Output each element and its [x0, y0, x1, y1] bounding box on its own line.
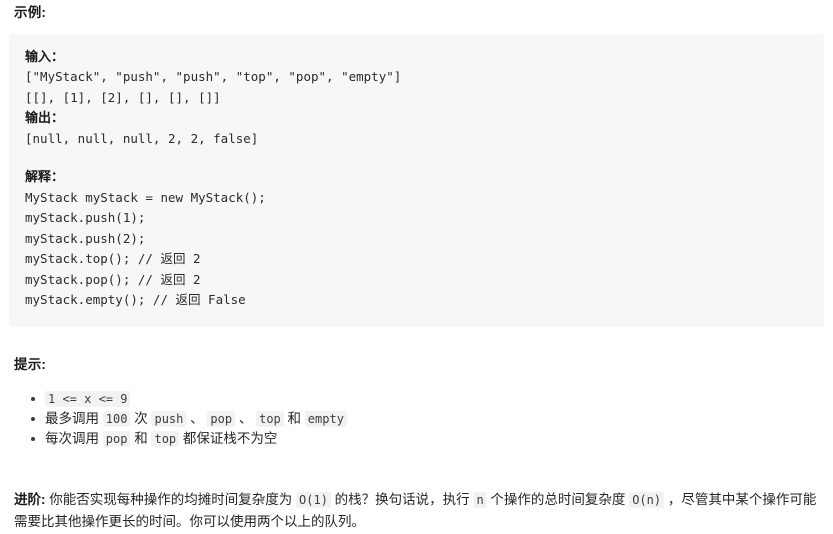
hint-list-item: 1 <= x <= 9: [31, 389, 824, 409]
text-run: 最多调用: [45, 410, 103, 426]
page-section-heading-hints: 提示:: [14, 357, 47, 372]
example-explanation-line: myStack.empty(); // 返回 False: [25, 292, 246, 308]
example-explanation-line: myStack.top(); // 返回 2: [25, 251, 201, 267]
inline-code: top: [151, 430, 180, 447]
text-run: 次: [130, 410, 152, 426]
hint-list-item: 每次调用 pop 和 top 都保证栈不为空: [31, 429, 824, 449]
inline-code: pop: [102, 430, 131, 447]
example-input-line-1: ["MyStack", "push", "push", "top", "pop"…: [25, 69, 402, 85]
example-explanation-line: MyStack myStack = new MyStack();: [25, 189, 266, 205]
hint-list-item: 最多调用 100 次 push 、 pop 、 top 和 empty: [31, 409, 824, 429]
text-run: 、: [186, 410, 208, 426]
example-explanation-line: myStack.pop(); // 返回 2: [25, 271, 201, 287]
inline-code: 100: [102, 410, 131, 427]
advanced-section: 进阶: 你能否实现每种操作的均摊时间复杂度为 O(1) 的栈？换句话说，执行 n…: [14, 489, 826, 533]
example-explanation-line: myStack.push(1);: [25, 210, 146, 226]
text-run: 都保证栈不为空: [179, 430, 278, 446]
text-run: 和: [283, 410, 305, 426]
inline-code: empty: [304, 410, 347, 427]
advanced-body-text: 你能否实现每种操作的均摊时间复杂度为 O(1) 的栈？换句话说，执行 n 个操作…: [14, 492, 816, 529]
example-input-line-2: [[], [1], [2], [], [], []]: [25, 89, 221, 105]
inline-code: O(1): [296, 492, 331, 508]
inline-code: pop: [207, 410, 236, 427]
example-output-label: 输出：: [25, 110, 65, 126]
inline-code: push: [151, 410, 187, 427]
example-explanation-lines: MyStack myStack = new MyStack(); myStack.…: [25, 188, 808, 311]
text-run: 个操作的总时间复杂度: [486, 492, 630, 507]
example-explanation-label: 解释：: [25, 169, 65, 185]
example-output-line: [null, null, null, 2, 2, false]: [25, 130, 259, 146]
inline-code: O(n): [629, 492, 665, 508]
text-run: 和: [130, 430, 152, 446]
advanced-label: 进阶:: [14, 492, 46, 507]
example-input-label: 输入：: [25, 48, 65, 64]
text-run: 你能否实现每种操作的均摊时间复杂度为: [45, 492, 297, 507]
problem-description-page: 示例: 输入： ["MyStack", "push", "push", "top…: [0, 4, 833, 534]
text-run: 每次调用: [45, 430, 103, 446]
example-explanation-line: myStack.push(2);: [25, 230, 146, 246]
hints-list: 1 <= x <= 9 最多调用 100 次 push 、 pop 、 top 和…: [9, 389, 824, 449]
example-code-block: 输入： ["MyStack", "push", "push", "top", "…: [9, 33, 824, 327]
inline-code: top: [256, 410, 284, 427]
text-run: 的栈？换句话说，执行: [330, 492, 474, 507]
inline-code: n: [473, 492, 487, 508]
text-run: 、: [235, 410, 257, 426]
hints-section: 提示: 1 <= x <= 9 最多调用 100 次 push 、 pop 、 t…: [9, 356, 824, 449]
code-block-spacer: [25, 149, 808, 167]
inline-code: 1 <= x <= 9: [45, 390, 131, 407]
page-section-heading-examples: 示例:: [14, 5, 47, 20]
